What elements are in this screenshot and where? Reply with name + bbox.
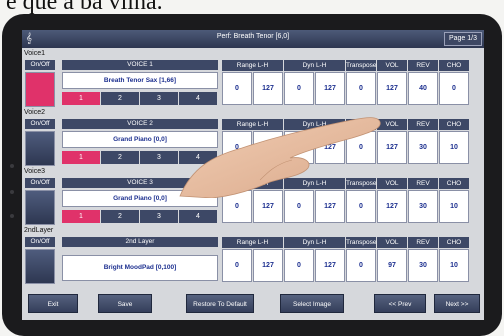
voice-label: Voice3 bbox=[24, 168, 46, 175]
param-value[interactable]: 127 bbox=[315, 249, 345, 282]
param-value[interactable]: 10 bbox=[439, 249, 469, 282]
param-value[interactable]: 0 bbox=[439, 72, 469, 105]
param-header: Transposer bbox=[346, 60, 379, 71]
param-header: Transposer bbox=[346, 237, 379, 248]
page-indicator[interactable]: Page 1/3 bbox=[443, 32, 482, 46]
param-value[interactable]: 10 bbox=[439, 190, 469, 223]
param-value[interactable]: 97 bbox=[377, 249, 407, 282]
voice-enable-indicator[interactable] bbox=[25, 72, 55, 107]
param-value[interactable]: 30 bbox=[408, 131, 438, 164]
param-value[interactable]: 0 bbox=[222, 249, 252, 282]
param-header: CHO bbox=[439, 237, 469, 248]
save-button[interactable]: Save bbox=[98, 294, 152, 313]
camera-dot bbox=[10, 190, 14, 194]
part-select-2[interactable]: 2 bbox=[101, 210, 139, 223]
param-header: VOL bbox=[377, 237, 407, 248]
part-select-2[interactable]: 2 bbox=[101, 151, 139, 164]
title-bar: 𝄞 Perf: Breath Tenor [6,0] Page 1/3 bbox=[22, 30, 484, 48]
select-image-button[interactable]: Select Image bbox=[280, 294, 344, 313]
part-select-3[interactable]: 3 bbox=[140, 210, 178, 223]
voice-instrument-name[interactable]: Bright MoodPad [0,100] bbox=[62, 255, 218, 281]
next-button[interactable]: Next >> bbox=[434, 294, 480, 313]
param-header: Dyn L-H bbox=[284, 237, 345, 248]
param-header: CHO bbox=[439, 60, 469, 71]
on-off-button[interactable]: On/Off bbox=[25, 178, 55, 188]
part-select-1[interactable]: 1 bbox=[62, 92, 100, 105]
on-off-button[interactable]: On/Off bbox=[25, 60, 55, 70]
param-header: Range L-H bbox=[222, 237, 283, 248]
param-value[interactable]: 0 bbox=[284, 249, 314, 282]
voice-enable-indicator[interactable] bbox=[25, 249, 55, 284]
param-value[interactable]: 127 bbox=[253, 249, 283, 282]
param-header: REV bbox=[408, 60, 438, 71]
param-header: REV bbox=[408, 178, 438, 189]
part-select-4[interactable]: 4 bbox=[179, 210, 217, 223]
voice-label: Voice1 bbox=[24, 50, 46, 57]
part-select-1[interactable]: 1 bbox=[62, 210, 100, 223]
param-header: VOL bbox=[377, 60, 407, 71]
param-header: Dyn L-H bbox=[284, 60, 345, 71]
param-value[interactable]: 30 bbox=[408, 190, 438, 223]
param-header: Range L-H bbox=[222, 60, 283, 71]
pointing-hand bbox=[179, 117, 381, 198]
param-value[interactable]: 30 bbox=[408, 249, 438, 282]
param-header: CHO bbox=[439, 119, 469, 130]
voice-label: Voice2 bbox=[24, 109, 46, 116]
voice-header: VOICE 1 bbox=[62, 60, 218, 70]
restore-to-default-button[interactable]: Restore To Default bbox=[186, 294, 254, 313]
param-header: REV bbox=[408, 237, 438, 248]
on-off-button[interactable]: On/Off bbox=[25, 237, 55, 247]
part-select-2[interactable]: 2 bbox=[101, 92, 139, 105]
voice-label: 2ndLayer bbox=[24, 227, 54, 234]
param-header: CHO bbox=[439, 178, 469, 189]
on-off-button[interactable]: On/Off bbox=[25, 119, 55, 129]
param-value[interactable]: 10 bbox=[439, 131, 469, 164]
prev-button[interactable]: << Prev bbox=[374, 294, 426, 313]
voice-enable-indicator[interactable] bbox=[25, 131, 55, 166]
param-header: REV bbox=[408, 119, 438, 130]
param-value[interactable]: 0 bbox=[346, 249, 376, 282]
param-value[interactable]: 40 bbox=[408, 72, 438, 105]
voice-header: 2nd Layer bbox=[62, 237, 218, 247]
part-select-1[interactable]: 1 bbox=[62, 151, 100, 164]
voice-instrument-name[interactable]: Breath Tenor Sax [1,66] bbox=[62, 72, 218, 89]
camera-dot bbox=[10, 164, 14, 168]
exit-button[interactable]: Exit bbox=[28, 294, 78, 313]
app-screen: 𝄞 Perf: Breath Tenor [6,0] Page 1/3 Voic… bbox=[22, 30, 484, 320]
camera-dot bbox=[10, 214, 14, 218]
page-title: Perf: Breath Tenor [6,0] bbox=[216, 33, 290, 40]
voice-enable-indicator[interactable] bbox=[25, 190, 55, 225]
